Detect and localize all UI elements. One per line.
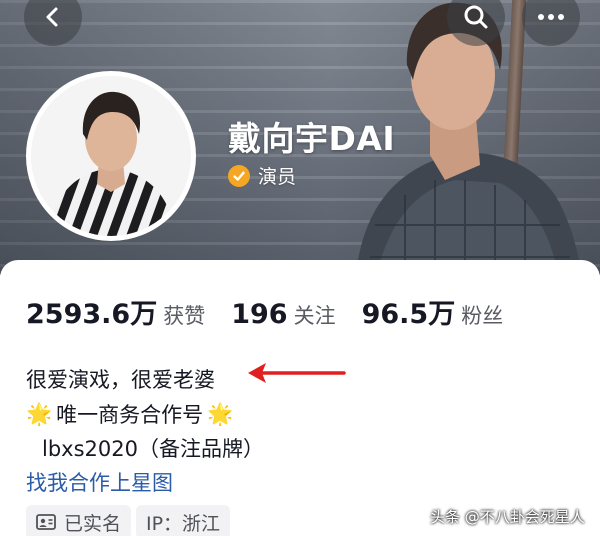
check-badge-icon bbox=[228, 164, 250, 187]
profile-name: 戴向宇DAI bbox=[228, 119, 396, 158]
bio-line: 很爱演戏，很爱老婆 bbox=[26, 368, 215, 392]
bio-business-text: 唯一商务合作号 bbox=[56, 403, 204, 427]
stat-value: 2593.6万 bbox=[26, 299, 158, 330]
verified-row: 演员 bbox=[228, 162, 296, 189]
bio-contact: lbxs2020（备注品牌） bbox=[42, 437, 264, 461]
stat-value: 196 bbox=[231, 299, 288, 330]
more-dots-icon bbox=[538, 14, 564, 20]
id-card-icon bbox=[36, 514, 56, 530]
ip-location-tag: IP：浙江 bbox=[136, 505, 231, 536]
cooperation-link[interactable]: 找我合作上星图 bbox=[26, 467, 173, 497]
star-emoji-icon: 🌟 bbox=[26, 401, 53, 426]
red-arrow-annotation bbox=[248, 363, 346, 383]
stat-label: 关注 bbox=[293, 304, 336, 328]
stat-label: 获赞 bbox=[163, 304, 206, 328]
stats-row: 2593.6万 获赞 196 关注 96.5万 粉丝 bbox=[26, 292, 503, 331]
realname-label: 已实名 bbox=[64, 512, 122, 535]
ip-label: IP：浙江 bbox=[146, 512, 221, 535]
stat-label: 粉丝 bbox=[461, 304, 504, 328]
avatar[interactable] bbox=[26, 71, 196, 241]
stat-likes[interactable]: 2593.6万 获赞 bbox=[26, 292, 205, 331]
stat-followers[interactable]: 96.5万 粉丝 bbox=[362, 292, 504, 331]
stat-following[interactable]: 196 关注 bbox=[231, 299, 335, 330]
verified-title: 演员 bbox=[258, 166, 297, 188]
watermark: 头条 @不八卦会死星人 bbox=[430, 508, 585, 526]
avatar-photo bbox=[31, 76, 191, 236]
star-emoji-icon: 🌟 bbox=[207, 401, 234, 426]
chevron-left-icon bbox=[46, 7, 58, 27]
search-icon bbox=[464, 5, 488, 29]
realname-tag: 已实名 bbox=[26, 505, 132, 536]
stat-value: 96.5万 bbox=[361, 299, 456, 330]
profile-banner: 戴向宇DAI 演员 bbox=[0, 0, 600, 275]
bio-line-business: 🌟 唯一商务合作号 🌟 bbox=[26, 399, 233, 429]
